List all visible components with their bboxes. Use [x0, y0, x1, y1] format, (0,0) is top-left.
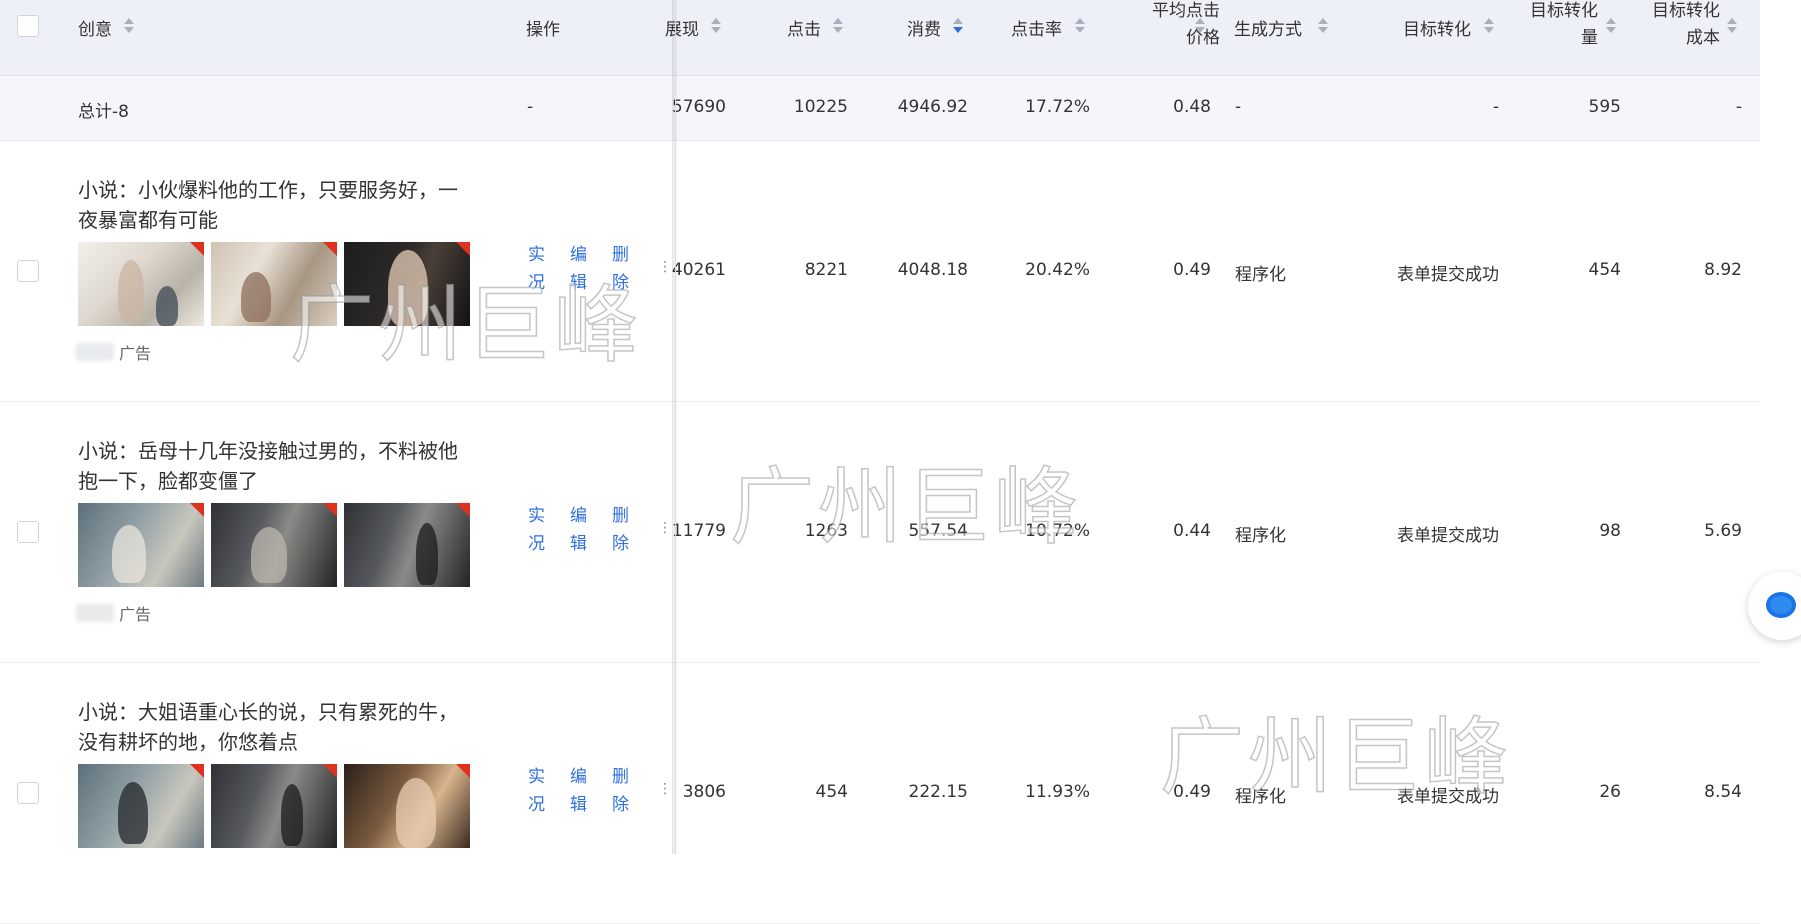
- creative-image[interactable]: [211, 503, 337, 587]
- clicks: 8221: [804, 260, 848, 280]
- header-target-conv-count-line2: 量: [1581, 28, 1598, 48]
- ad-label: 广告: [119, 605, 152, 624]
- header-target-conv-cost-line2: 成本: [1686, 28, 1720, 48]
- header-target-conv[interactable]: 目标转化: [1403, 15, 1471, 40]
- sort-impressions-icon[interactable]: [711, 17, 721, 35]
- total-label: 总计-8: [78, 102, 129, 122]
- target-conv: 表单提交成功: [1397, 265, 1499, 285]
- live-link[interactable]: 实况: [528, 763, 545, 819]
- impressions: 3806: [682, 782, 726, 802]
- header-operation: 操作: [526, 20, 560, 40]
- cost: 557.54: [908, 521, 968, 541]
- total-target-conv: -: [1492, 97, 1499, 117]
- target-conv-cost: 8.54: [1704, 782, 1742, 802]
- target-conv: 表单提交成功: [1397, 787, 1499, 807]
- header-target-conv-count[interactable]: 目标转化 量: [1510, 0, 1598, 52]
- gen-method: 程序化: [1235, 787, 1286, 807]
- table-row: 小说：大姐语重心长的说，只有累死的牛，没有耕坏的地，你悠着点 实况 编辑 删除 …: [0, 663, 1760, 924]
- edit-link[interactable]: 编辑: [570, 502, 587, 558]
- sort-target-conv-cost-icon[interactable]: [1727, 17, 1737, 35]
- cost: 222.15: [908, 782, 968, 802]
- impressions: 40261: [671, 260, 726, 280]
- row-checkbox[interactable]: [17, 260, 39, 282]
- target-conv-count: 454: [1588, 260, 1621, 280]
- total-ctr: 17.72%: [1025, 97, 1090, 117]
- sort-avg-cpc-icon[interactable]: [1195, 17, 1205, 35]
- table-header: 创意 操作 展现 点击 消费 点击率 平均点击 价格 生成方式 目标转化 目标转…: [0, 0, 1760, 76]
- creative-title: 小说：小伙爆料他的工作，只要服务好，一夜暴富都有可能: [78, 178, 458, 232]
- sort-gen-method-icon[interactable]: [1318, 17, 1328, 35]
- sort-creative-icon[interactable]: [124, 17, 134, 35]
- data-table: 创意 操作 展现 点击 消费 点击率 平均点击 价格 生成方式 目标转化 目标转…: [0, 0, 1760, 924]
- live-link[interactable]: 实况: [528, 502, 545, 558]
- total-cost: 4946.92: [897, 97, 968, 117]
- creative-image[interactable]: [78, 242, 204, 326]
- delete-link[interactable]: 删除: [612, 502, 629, 558]
- creative-image[interactable]: [344, 503, 470, 587]
- total-gen-method: -: [1235, 97, 1242, 117]
- avg-cpc: 0.49: [1173, 782, 1211, 802]
- header-clicks[interactable]: 点击: [787, 15, 821, 40]
- header-impressions[interactable]: 展现: [665, 15, 699, 40]
- creative-title: 小说：岳母十几年没接触过男的，不料被他抱一下，脸都变僵了: [78, 439, 458, 493]
- total-operation: -: [527, 97, 534, 117]
- ctr: 20.42%: [1025, 260, 1090, 280]
- header-cost[interactable]: 消费: [907, 15, 941, 40]
- sort-clicks-icon[interactable]: [833, 17, 843, 35]
- chat-icon: [1766, 592, 1796, 618]
- sort-target-conv-count-icon[interactable]: [1606, 17, 1616, 35]
- clicks: 454: [815, 782, 848, 802]
- target-conv: 表单提交成功: [1397, 526, 1499, 546]
- creative-image[interactable]: [78, 764, 204, 848]
- creative-image[interactable]: [211, 242, 337, 326]
- total-clicks: 10225: [793, 97, 848, 117]
- row-checkbox[interactable]: [17, 782, 39, 804]
- delete-link[interactable]: 删除: [612, 763, 629, 819]
- total-avg-cpc: 0.48: [1173, 97, 1211, 117]
- ad-label: 广告: [119, 344, 152, 363]
- total-impressions: 57690: [671, 97, 726, 117]
- table-row: 小说：小伙爆料他的工作，只要服务好，一夜暴富都有可能 广告 实况 编辑 删除 ⋮…: [0, 141, 1760, 402]
- creative-image[interactable]: [344, 764, 470, 848]
- target-conv-count: 26: [1599, 782, 1621, 802]
- delete-link[interactable]: 删除: [612, 241, 629, 297]
- total-target-conv-cost: -: [1735, 97, 1742, 117]
- ctr: 10.72%: [1025, 521, 1090, 541]
- sort-target-conv-icon[interactable]: [1484, 17, 1494, 35]
- header-target-conv-cost-line1: 目标转化: [1652, 1, 1720, 21]
- sort-cost-icon[interactable]: [953, 17, 963, 35]
- edit-link[interactable]: 编辑: [570, 241, 587, 297]
- creative-image[interactable]: [78, 503, 204, 587]
- live-link[interactable]: 实况: [528, 241, 545, 297]
- cost: 4048.18: [897, 260, 968, 280]
- header-ctr[interactable]: 点击率: [1011, 15, 1062, 40]
- ctr: 11.93%: [1025, 782, 1090, 802]
- avg-cpc: 0.49: [1173, 260, 1211, 280]
- row-checkbox[interactable]: [17, 521, 39, 543]
- impressions: 11779: [671, 521, 726, 541]
- select-all-checkbox[interactable]: [17, 15, 39, 37]
- target-conv-cost: 8.92: [1704, 260, 1742, 280]
- creative-title: 小说：大姐语重心长的说，只有累死的牛，没有耕坏的地，你悠着点: [78, 700, 458, 754]
- total-row: 总计-8 - 57690 10225 4946.92 17.72% 0.48 -…: [0, 76, 1760, 141]
- ad-source-blur: [76, 604, 114, 622]
- avg-cpc: 0.44: [1173, 521, 1211, 541]
- sort-ctr-icon[interactable]: [1075, 17, 1085, 35]
- gen-method: 程序化: [1235, 526, 1286, 546]
- creative-image[interactable]: [344, 242, 470, 326]
- ad-source-blur: [76, 343, 114, 361]
- header-gen-method[interactable]: 生成方式: [1234, 15, 1302, 40]
- target-conv-cost: 5.69: [1704, 521, 1742, 541]
- edit-link[interactable]: 编辑: [570, 763, 587, 819]
- clicks: 1263: [804, 521, 848, 541]
- header-target-conv-cost[interactable]: 目标转化 成本: [1632, 0, 1720, 52]
- target-conv-count: 98: [1599, 521, 1621, 541]
- total-target-conv-count: 595: [1588, 97, 1621, 117]
- gen-method: 程序化: [1235, 265, 1286, 285]
- creative-image[interactable]: [211, 764, 337, 848]
- fixed-column-shadow: [672, 0, 678, 854]
- header-creative[interactable]: 创意: [78, 15, 112, 40]
- header-target-conv-count-line1: 目标转化: [1530, 1, 1598, 21]
- table-row: 小说：岳母十几年没接触过男的，不料被他抱一下，脸都变僵了 广告 实况 编辑 删除…: [0, 402, 1760, 663]
